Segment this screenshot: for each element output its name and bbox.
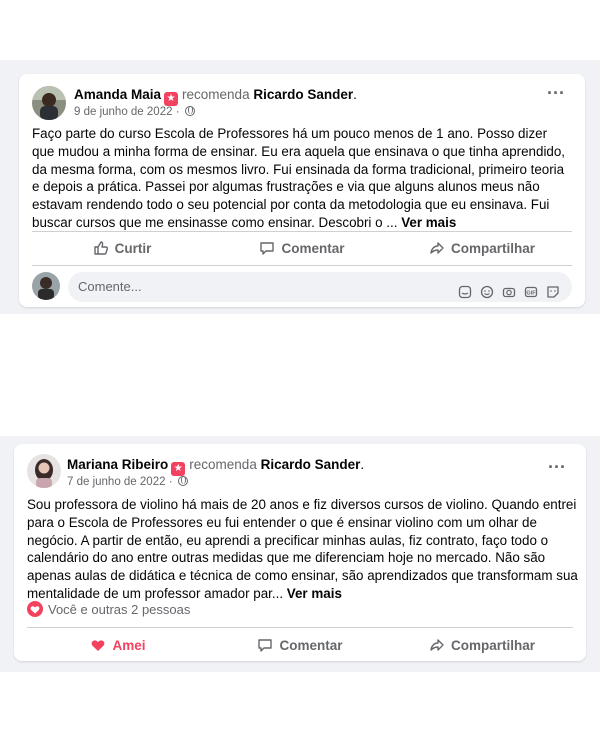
author-name[interactable]: Mariana Ribeiro (67, 457, 168, 472)
love-label: Amei (112, 637, 146, 653)
comment-button[interactable]: Comentar (212, 232, 392, 264)
comment-icon (260, 242, 275, 255)
globe-icon (177, 476, 188, 486)
svg-text:GIF: GIF (526, 290, 536, 296)
see-more-link[interactable]: Ver mais (401, 215, 456, 230)
comment-placeholder: Comente... (78, 279, 142, 294)
post-date-line: 9 de junho de 2022 · (74, 106, 195, 118)
love-button[interactable]: Amei (27, 629, 209, 661)
heart-icon (27, 601, 43, 617)
comment-label: Comentar (281, 240, 345, 256)
see-more-link[interactable]: Ver mais (287, 586, 342, 601)
like-label: Curtir (114, 240, 152, 256)
comment-icon (258, 639, 273, 652)
comment-tools: GIF (458, 280, 560, 299)
post-text: Faço parte do curso Escola de Professore… (32, 125, 572, 232)
post-text-content: Faço parte do curso Escola de Professore… (32, 126, 566, 230)
author-line: Amanda Maia ★ recomenda Ricardo Sander. (74, 87, 357, 106)
like-icon (93, 241, 108, 255)
share-button[interactable]: Compartilhar (391, 629, 573, 661)
post-header: Mariana Ribeiro ★ recomenda Ricardo Sander… (14, 444, 586, 496)
post-card: Mariana Ribeiro ★ recomenda Ricardo Sander… (14, 444, 586, 661)
date-separator: · (168, 476, 173, 488)
avatar[interactable] (32, 272, 60, 300)
comment-button[interactable]: Comentar (209, 629, 391, 661)
heart-icon (92, 640, 105, 651)
recommends-label: recomenda (182, 87, 250, 102)
post-card: Amanda Maia ★ recomenda Ricardo Sander. 9 … (19, 74, 585, 307)
sticker-icon[interactable] (458, 280, 472, 299)
reactions-summary[interactable]: Você e outras 2 pessoas (27, 601, 190, 617)
post-header: Amanda Maia ★ recomenda Ricardo Sander. 9 … (19, 74, 585, 126)
period: . (353, 87, 357, 102)
post-actions: Amei Comentar Compartilhar (27, 629, 573, 661)
avatar[interactable] (32, 86, 66, 120)
more-icon[interactable]: ··· (548, 458, 566, 476)
share-label: Compartilhar (450, 240, 535, 256)
sticker-icon[interactable] (546, 280, 560, 298)
author-line: Mariana Ribeiro ★ recomenda Ricardo Sander… (67, 457, 364, 476)
gif-icon[interactable]: GIF (524, 280, 538, 298)
recommend-badge-icon: ★ (171, 462, 186, 476)
comment-label: Comentar (279, 637, 343, 653)
reactions-label: Você e outras 2 pessoas (48, 601, 191, 617)
comment-composer: Comente... GIF (32, 270, 572, 304)
avatar[interactable] (27, 454, 61, 488)
period: . (360, 457, 365, 472)
post-date[interactable]: 9 de junho de 2022 (74, 106, 172, 118)
share-label: Compartilhar (450, 637, 535, 653)
emoji-icon[interactable] (480, 280, 494, 299)
post-date-line: 7 de junho de 2022 · (67, 476, 188, 488)
globe-icon (184, 106, 195, 116)
recommends-label: recomenda (189, 457, 257, 472)
more-icon[interactable]: ··· (547, 84, 565, 102)
post-date[interactable]: 7 de junho de 2022 (67, 476, 165, 488)
author-name[interactable]: Amanda Maia (74, 87, 161, 102)
page-name[interactable]: Ricardo Sander (253, 87, 353, 102)
post-actions: Curtir Comentar Compartilhar (32, 232, 572, 264)
share-button[interactable]: Compartilhar (392, 232, 572, 264)
date-separator: · (175, 106, 180, 118)
comment-input[interactable]: Comente... GIF (68, 272, 572, 302)
share-icon (430, 242, 444, 254)
post-text: Sou professora de violino há mais de 20 … (27, 496, 579, 603)
share-icon (430, 639, 444, 651)
divider (27, 627, 573, 628)
divider (32, 265, 572, 266)
like-button[interactable]: Curtir (32, 232, 212, 264)
recommend-badge-icon: ★ (164, 92, 179, 106)
camera-icon[interactable] (502, 280, 516, 298)
page-name[interactable]: Ricardo Sander (261, 457, 361, 472)
